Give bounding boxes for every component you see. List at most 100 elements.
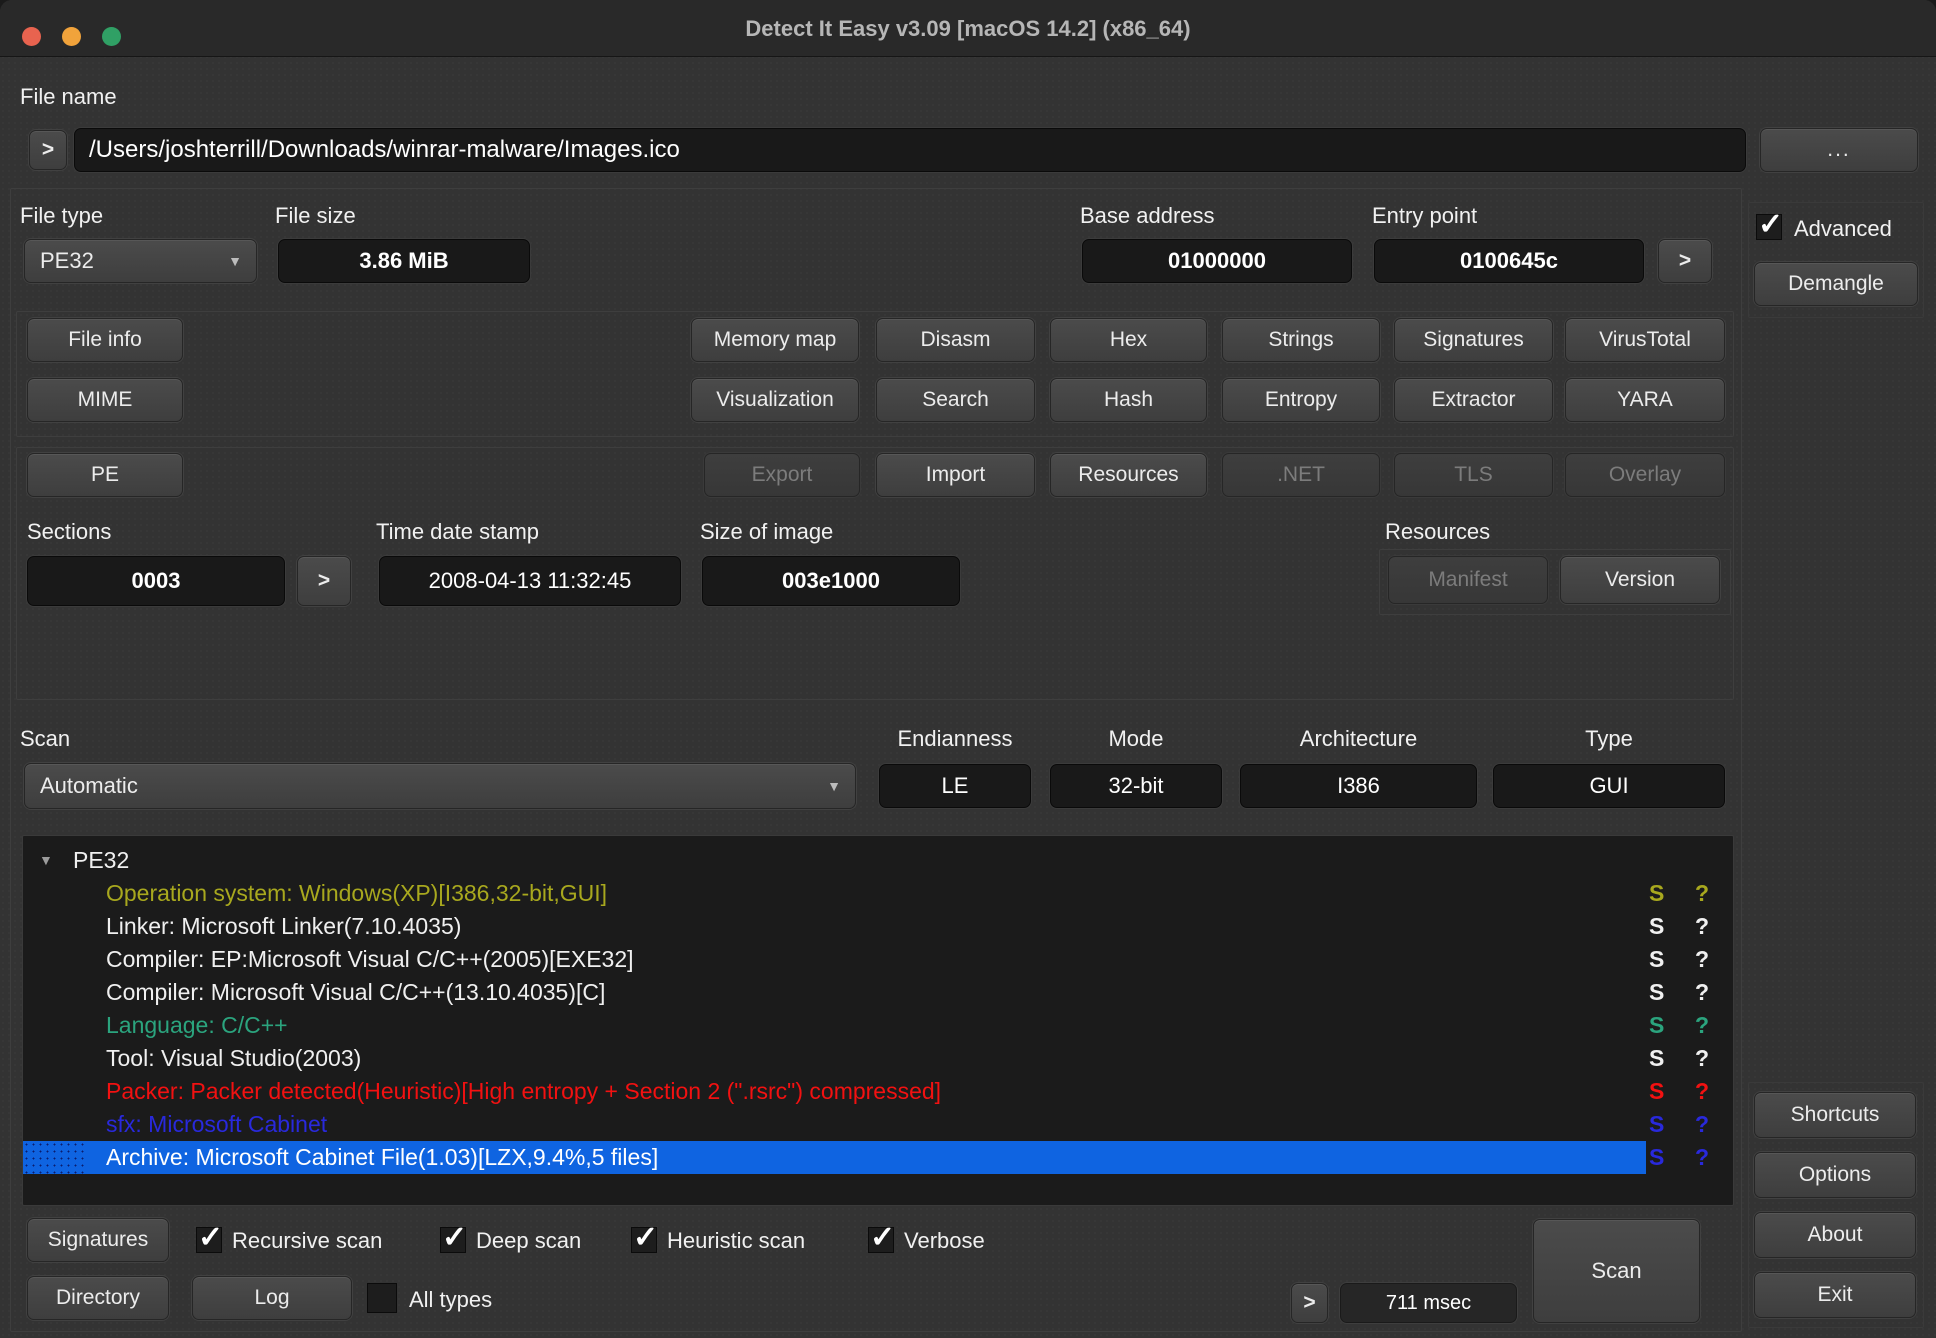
- scan-button[interactable]: Scan: [1533, 1219, 1700, 1323]
- mode-label: Mode: [1050, 726, 1222, 752]
- help-flag[interactable]: ?: [1695, 877, 1709, 910]
- file-path-input[interactable]: /Users/joshterrill/Downloads/winrar-malw…: [74, 128, 1746, 172]
- tree-row-sfx[interactable]: sfx: Microsoft Cabinet S ?: [23, 1108, 1733, 1141]
- open-file-button[interactable]: >: [29, 130, 67, 170]
- help-flag[interactable]: ?: [1695, 1075, 1709, 1108]
- tree-row-compiler-ep[interactable]: Compiler: EP:Microsoft Visual C/C++(2005…: [23, 943, 1733, 976]
- help-flag[interactable]: ?: [1695, 943, 1709, 976]
- hash-button[interactable]: Hash: [1050, 378, 1207, 422]
- signatures-db-button[interactable]: Signatures: [27, 1218, 169, 1262]
- scan-method-select[interactable]: Automatic ▼: [24, 763, 856, 809]
- help-flag[interactable]: ?: [1695, 1108, 1709, 1141]
- deep-scan-label[interactable]: Deep scan: [476, 1228, 581, 1254]
- verbose-label[interactable]: Verbose: [904, 1228, 985, 1254]
- memory-map-button[interactable]: Memory map: [691, 318, 859, 362]
- entry-point-follow-button[interactable]: >: [1658, 239, 1712, 283]
- entry-point-value[interactable]: 0100645c: [1374, 239, 1644, 283]
- help-flag[interactable]: ?: [1695, 1042, 1709, 1075]
- type-label: Type: [1493, 726, 1725, 752]
- browse-file-button[interactable]: ...: [1760, 128, 1918, 172]
- tree-row-label: Compiler: Microsoft Visual C/C++(13.10.4…: [106, 976, 605, 1009]
- log-button[interactable]: Log: [192, 1276, 352, 1320]
- yara-button[interactable]: YARA: [1565, 378, 1725, 422]
- manifest-button: Manifest: [1388, 556, 1548, 604]
- file-size-value: 3.86 MiB: [278, 239, 530, 283]
- tree-row-operation-system[interactable]: Operation system: Windows(XP)[I386,32-bi…: [23, 877, 1733, 910]
- architecture-label: Architecture: [1240, 726, 1477, 752]
- file-info-button[interactable]: File info: [27, 318, 183, 362]
- signature-flag[interactable]: S: [1649, 1009, 1664, 1042]
- tls-button: TLS: [1394, 453, 1553, 497]
- tree-row-archive-selected[interactable]: Archive: Microsoft Cabinet File(1.03)[LZ…: [23, 1141, 1733, 1174]
- app-window: Detect It Easy v3.09 [macOS 14.2] (x86_6…: [0, 0, 1936, 1338]
- signature-flag[interactable]: S: [1649, 1042, 1664, 1075]
- pe-button[interactable]: PE: [27, 453, 183, 497]
- signatures-view-button[interactable]: Signatures: [1394, 318, 1553, 362]
- search-button[interactable]: Search: [876, 378, 1035, 422]
- extractor-button[interactable]: Extractor: [1394, 378, 1553, 422]
- advanced-checkbox[interactable]: ✓: [1756, 214, 1782, 240]
- help-flag[interactable]: ?: [1695, 1009, 1709, 1042]
- sections-follow-button[interactable]: >: [297, 556, 351, 606]
- signature-flag[interactable]: S: [1649, 910, 1664, 943]
- help-flag[interactable]: ?: [1695, 910, 1709, 943]
- elapsed-time-value: 711 msec: [1340, 1283, 1517, 1323]
- tree-row-label: Language: C/C++: [106, 1009, 288, 1042]
- strings-button[interactable]: Strings: [1222, 318, 1380, 362]
- visualization-button[interactable]: Visualization: [691, 378, 859, 422]
- help-flag[interactable]: ?: [1695, 1141, 1709, 1174]
- heuristic-scan-checkbox[interactable]: ✓: [631, 1227, 657, 1253]
- heuristic-scan-label[interactable]: Heuristic scan: [667, 1228, 805, 1254]
- base-address-value[interactable]: 01000000: [1082, 239, 1352, 283]
- recursive-scan-checkbox[interactable]: ✓: [196, 1227, 222, 1253]
- tree-row-label: PE32: [73, 844, 129, 877]
- recursive-scan-label[interactable]: Recursive scan: [232, 1228, 382, 1254]
- import-button[interactable]: Import: [876, 453, 1035, 497]
- disasm-button[interactable]: Disasm: [876, 318, 1035, 362]
- chevron-down-icon: ▼: [827, 778, 841, 794]
- signature-flag[interactable]: S: [1649, 976, 1664, 1009]
- all-types-label[interactable]: All types: [409, 1287, 492, 1313]
- advanced-checkbox-label[interactable]: Advanced: [1794, 216, 1892, 242]
- directory-button[interactable]: Directory: [27, 1276, 169, 1320]
- check-icon: ✓: [870, 1220, 895, 1255]
- check-icon: ✓: [198, 1220, 223, 1255]
- tree-row-language[interactable]: Language: C/C++ S ?: [23, 1009, 1733, 1042]
- base-address-label: Base address: [1080, 203, 1215, 229]
- window-title: Detect It Easy v3.09 [macOS 14.2] (x86_6…: [0, 0, 1936, 57]
- deep-scan-checkbox[interactable]: ✓: [440, 1227, 466, 1253]
- shortcuts-button[interactable]: Shortcuts: [1754, 1092, 1916, 1138]
- entropy-button[interactable]: Entropy: [1222, 378, 1380, 422]
- verbose-checkbox[interactable]: ✓: [868, 1227, 894, 1253]
- mime-button[interactable]: MIME: [27, 378, 183, 422]
- demangle-button[interactable]: Demangle: [1754, 262, 1918, 306]
- all-types-checkbox[interactable]: [367, 1283, 397, 1313]
- signature-flag[interactable]: S: [1649, 1075, 1664, 1108]
- log-follow-button[interactable]: >: [1291, 1283, 1328, 1323]
- tree-row-packer[interactable]: Packer: Packer detected(Heuristic)[High …: [23, 1075, 1733, 1108]
- help-flag[interactable]: ?: [1695, 976, 1709, 1009]
- options-button[interactable]: Options: [1754, 1152, 1916, 1198]
- file-type-value: PE32: [40, 248, 94, 274]
- file-type-select[interactable]: PE32 ▼: [24, 239, 257, 283]
- time-date-stamp-label: Time date stamp: [376, 519, 539, 545]
- tree-row-tool[interactable]: Tool: Visual Studio(2003) S ?: [23, 1042, 1733, 1075]
- signature-flag[interactable]: S: [1649, 943, 1664, 976]
- hex-button[interactable]: Hex: [1050, 318, 1207, 362]
- virustotal-button[interactable]: VirusTotal: [1565, 318, 1725, 362]
- scan-results-tree: ▼ PE32 Operation system: Windows(XP)[I38…: [22, 835, 1734, 1206]
- signature-flag[interactable]: S: [1649, 1141, 1664, 1174]
- tree-row-compiler[interactable]: Compiler: Microsoft Visual C/C++(13.10.4…: [23, 976, 1733, 1009]
- tree-expand-icon[interactable]: ▼: [39, 844, 53, 877]
- tree-row-linker[interactable]: Linker: Microsoft Linker(7.10.4035) S ?: [23, 910, 1733, 943]
- about-button[interactable]: About: [1754, 1212, 1916, 1258]
- type-value: GUI: [1493, 764, 1725, 808]
- resources-button[interactable]: Resources: [1050, 453, 1207, 497]
- exit-button[interactable]: Exit: [1754, 1272, 1916, 1318]
- signature-flag[interactable]: S: [1649, 1108, 1664, 1141]
- version-button[interactable]: Version: [1560, 556, 1720, 604]
- tree-row-pe32[interactable]: ▼ PE32: [23, 844, 1733, 877]
- title-bar: Detect It Easy v3.09 [macOS 14.2] (x86_6…: [0, 0, 1936, 57]
- check-icon: ✓: [1758, 207, 1783, 242]
- signature-flag[interactable]: S: [1649, 877, 1664, 910]
